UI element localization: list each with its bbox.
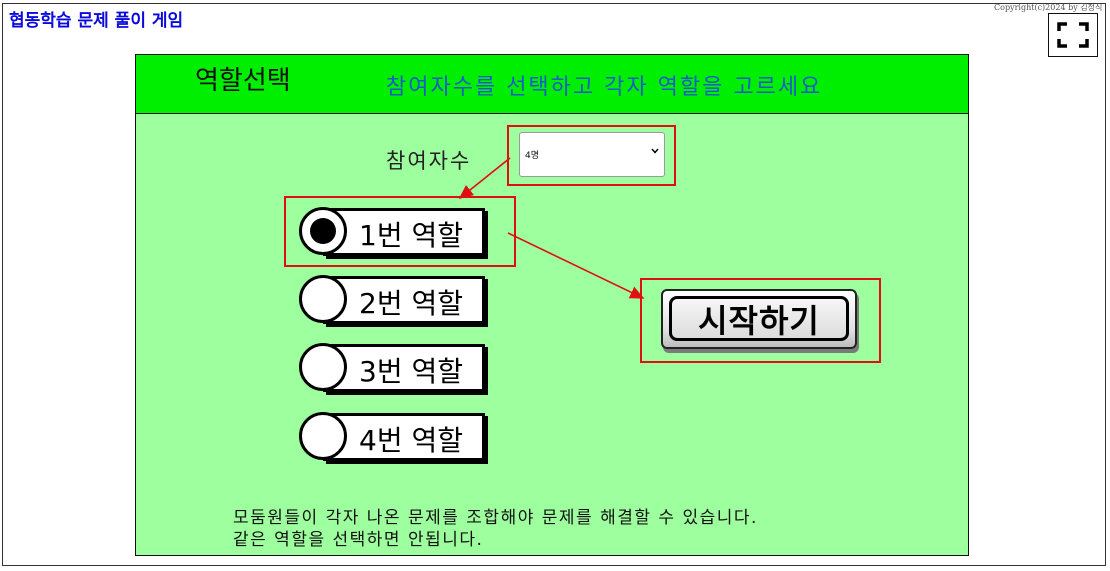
- annotation-arrows: [458, 157, 645, 299]
- arrow-select-to-role: [458, 157, 511, 199]
- arrow-role-to-start: [507, 232, 645, 299]
